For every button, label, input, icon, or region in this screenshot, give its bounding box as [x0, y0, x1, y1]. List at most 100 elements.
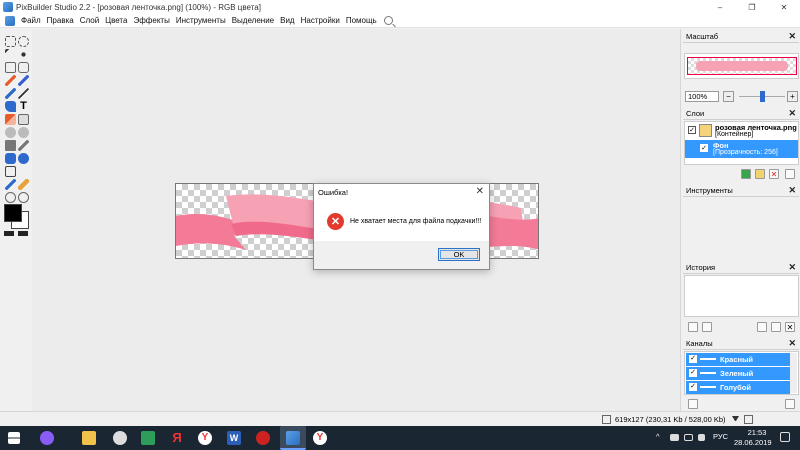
menu-effects[interactable]: Эффекты: [130, 16, 172, 25]
crop-icon[interactable]: [5, 166, 16, 177]
zoom-panel-close-button[interactable]: ✕: [788, 31, 796, 42]
status-dropdown-icon[interactable]: [732, 416, 739, 422]
polygon-select-icon[interactable]: [5, 62, 16, 73]
zoom-value-field[interactable]: 100%: [685, 91, 719, 102]
notifications-icon[interactable]: [780, 432, 790, 442]
new-layer-button[interactable]: [741, 169, 751, 179]
delete-layer-button[interactable]: ✕: [769, 169, 779, 179]
hand-icon[interactable]: [5, 192, 16, 203]
rect-select-icon[interactable]: [5, 36, 16, 47]
zoom-slider-thumb[interactable]: [760, 91, 765, 102]
dodge-icon[interactable]: [5, 140, 16, 151]
history-delete-button[interactable]: ✕: [785, 322, 795, 332]
move-icon[interactable]: [5, 49, 16, 60]
line-icon[interactable]: [18, 88, 29, 99]
blur-icon[interactable]: [18, 127, 29, 138]
eraser-icon[interactable]: [5, 114, 16, 125]
menu-help[interactable]: Помощь: [343, 16, 380, 25]
channel-options-button[interactable]: [785, 399, 795, 409]
toolbox: T: [0, 29, 32, 411]
channel-checkbox[interactable]: ✓: [689, 383, 697, 391]
channel-item[interactable]: ✓ Красный: [686, 353, 790, 366]
clock-time[interactable]: 21:53: [742, 428, 772, 437]
burn-icon[interactable]: [18, 140, 29, 151]
brush-icon[interactable]: [18, 75, 29, 86]
text-tool-icon[interactable]: T: [18, 101, 29, 112]
channel-checkbox[interactable]: ✓: [689, 369, 697, 377]
menu-edit[interactable]: Правка: [44, 16, 77, 25]
close-window-button[interactable]: ✕: [768, 0, 800, 14]
color-mode-quickmask[interactable]: [18, 231, 28, 236]
zoom-tool-icon[interactable]: [18, 192, 29, 203]
ok-button[interactable]: OK: [438, 248, 480, 261]
menu-colors[interactable]: Цвета: [102, 16, 130, 25]
history-new-doc-button[interactable]: [757, 322, 767, 332]
start-icon[interactable]: [8, 432, 20, 444]
add-layer-button[interactable]: [755, 169, 765, 179]
yandex-icon[interactable]: Я: [170, 431, 184, 445]
file-explorer-icon[interactable]: [82, 431, 96, 445]
layer-item-background[interactable]: ✓ Фон [Прозрачность: 256]: [685, 140, 798, 158]
menu-settings[interactable]: Настройки: [298, 16, 343, 25]
app-menu-icon[interactable]: [5, 15, 15, 26]
eyedropper-icon[interactable]: [5, 179, 16, 190]
layer-visibility-checkbox[interactable]: ✓: [688, 126, 696, 134]
history-list[interactable]: [684, 275, 799, 317]
channels-scrollbar[interactable]: [790, 353, 797, 393]
battery-icon[interactable]: [670, 434, 679, 441]
redo-button[interactable]: [702, 322, 712, 332]
history-snapshot-button[interactable]: [771, 322, 781, 332]
tray-chevron-icon[interactable]: ^: [656, 432, 660, 441]
chart-app-icon[interactable]: [141, 431, 155, 445]
network-icon[interactable]: [684, 434, 693, 441]
menu-file[interactable]: Файл: [18, 16, 44, 25]
zoom-out-button[interactable]: −: [723, 91, 734, 102]
layer-item-container[interactable]: ✓ розовая ленточка.png [Контейнер]: [685, 122, 798, 140]
menu-view[interactable]: Вид: [277, 16, 297, 25]
magic-wand-icon[interactable]: [18, 49, 29, 60]
volume-icon[interactable]: [698, 434, 705, 441]
clock-date[interactable]: 28.06.2019: [734, 438, 772, 447]
foreground-color[interactable]: [4, 204, 22, 222]
zoom-in-button[interactable]: +: [787, 91, 798, 102]
menu-layer[interactable]: Слой: [77, 16, 102, 25]
fill-bucket-icon[interactable]: [5, 101, 16, 112]
lasso-icon[interactable]: [18, 36, 29, 47]
free-select-icon[interactable]: [18, 62, 29, 73]
yandex-browser-icon[interactable]: Y: [198, 431, 212, 445]
minimize-button[interactable]: –: [704, 0, 736, 14]
pencil-icon[interactable]: [5, 75, 16, 86]
menu-tools[interactable]: Инструменты: [173, 16, 229, 25]
pixbuilder-taskbar-button[interactable]: [280, 426, 306, 450]
measure-icon[interactable]: [18, 179, 29, 190]
media-icon[interactable]: [256, 431, 270, 445]
channel-item[interactable]: ✓ Голубой: [686, 381, 790, 394]
yandex-browser-icon-2[interactable]: Y: [313, 431, 327, 445]
layers-panel-close-button[interactable]: ✕: [788, 108, 796, 119]
channel-checkbox[interactable]: ✓: [689, 355, 697, 363]
history-panel-close-button[interactable]: ✕: [788, 262, 796, 273]
ellipse-shape-icon[interactable]: [18, 153, 29, 164]
maximize-button[interactable]: ❐: [736, 0, 768, 14]
smudge-icon[interactable]: [5, 127, 16, 138]
language-indicator[interactable]: РУС: [713, 432, 728, 441]
channel-thumbnail: [700, 372, 716, 374]
settings-icon[interactable]: [113, 431, 127, 445]
rect-shape-icon[interactable]: [5, 153, 16, 164]
layer-visibility-checkbox[interactable]: ✓: [700, 144, 708, 152]
zoom-preview[interactable]: [684, 53, 799, 79]
tools-panel-close-button[interactable]: ✕: [788, 185, 796, 196]
alice-icon[interactable]: [40, 431, 54, 445]
channels-panel-close-button[interactable]: ✕: [788, 338, 796, 349]
undo-button[interactable]: [688, 322, 698, 332]
word-icon[interactable]: W: [227, 431, 241, 445]
search-icon[interactable]: [383, 16, 393, 25]
channel-mask-button[interactable]: [688, 399, 698, 409]
menu-selection[interactable]: Выделение: [229, 16, 277, 25]
layer-properties-button[interactable]: [785, 169, 795, 179]
color-mode-normal[interactable]: [4, 231, 14, 236]
clone-stamp-icon[interactable]: [18, 114, 29, 125]
airbrush-icon[interactable]: [5, 88, 16, 99]
dialog-close-button[interactable]: ✕: [476, 186, 484, 197]
channel-item[interactable]: ✓ Зеленый: [686, 367, 790, 380]
